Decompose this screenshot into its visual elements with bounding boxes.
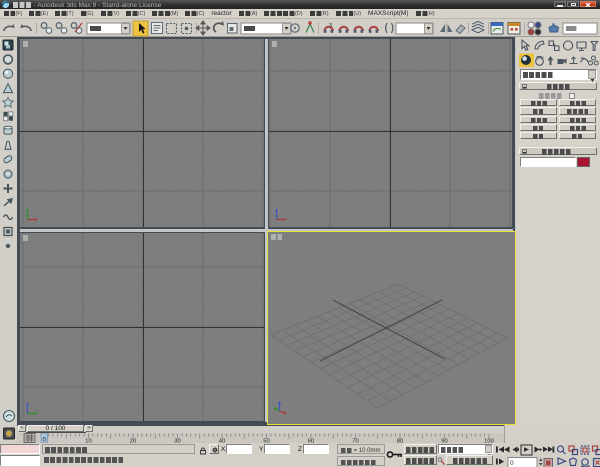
svg-text:0: 0: [510, 460, 514, 467]
svg-text:3: 3: [329, 23, 332, 29]
